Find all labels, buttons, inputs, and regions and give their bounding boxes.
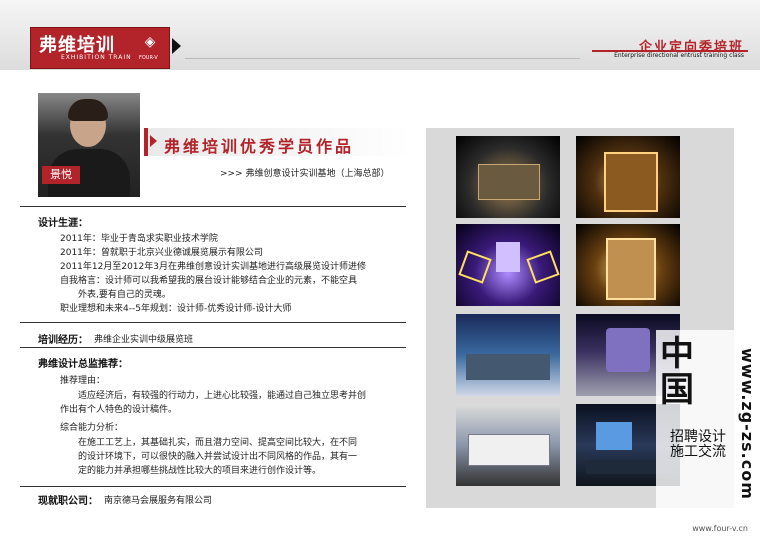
- career-line: 职业理想和未来4--5年规划：设计师-优秀设计师-设计大师: [60, 304, 292, 314]
- works-title: 弗维培训优秀学员作品: [164, 137, 355, 156]
- ability-line: 定的能力并承担哪些挑战性比较大的项目来进行创作设计等。: [78, 466, 322, 476]
- career-line: 2011年：曾就职于北京兴业德诚展览展示有限公司: [60, 248, 263, 258]
- ability-line: 的设计环境下，可以很快的融入并尝试设计出不同风格的作品，其有一: [78, 452, 358, 462]
- arrow-right-icon: [172, 38, 181, 54]
- watermark-side-text: 招聘设计施工交流: [670, 429, 726, 460]
- career-label: 设计生涯：: [38, 218, 88, 229]
- training-value: 弗维企业实训中级展览班: [94, 335, 194, 345]
- section-divider: [20, 486, 406, 487]
- footer-url[interactable]: www.four-v.cn: [692, 524, 748, 533]
- arrow-right-icon: [150, 135, 157, 147]
- logo-mark-label: FOUR-V: [139, 55, 158, 61]
- work-image[interactable]: [456, 224, 560, 306]
- work-image[interactable]: [456, 136, 560, 218]
- training-label: 培训经历：: [38, 335, 88, 346]
- page-subtitle: Enterprise directional entrust training …: [614, 52, 744, 59]
- ability-line: 在施工工艺上，其基础扎实，而且潜力空间、提高空间比较大，在不同: [78, 438, 358, 448]
- student-name-badge: 景悦: [42, 166, 80, 184]
- logo-subtext: EXHIBITION TRAIN: [61, 54, 132, 61]
- works-subtitle: >>> 弗维创意设计实训基地（上海总部）: [220, 169, 390, 179]
- reason-line: 作出有个人特色的设计稿件。: [60, 405, 178, 415]
- work-image[interactable]: [456, 404, 560, 486]
- career-line: 自我格言：设计师可以我希望我的展台设计能够结合企业的元素，不能空具: [60, 276, 358, 286]
- current-job-value: 南京德马会展服务有限公司: [104, 496, 213, 506]
- section-divider: [20, 322, 406, 323]
- header-divider: [185, 58, 580, 59]
- work-image[interactable]: [576, 136, 680, 218]
- logo-mark-icon: ◈: [144, 34, 156, 50]
- career-line: 2011年12月至2012年3月在弗维创意设计实训基地进行高级展览设计师进修: [60, 262, 366, 272]
- watermark-url: www.zg-zs.com: [738, 348, 757, 500]
- section-divider: [20, 347, 406, 348]
- recommend-label: 弗维设计总监推荐：: [38, 359, 128, 370]
- brand-logo[interactable]: 弗维培训 EXHIBITION TRAIN ◈ FOUR-V: [30, 27, 170, 69]
- work-image[interactable]: [456, 314, 560, 396]
- career-line: 外表,要有自己的灵魂。: [78, 290, 171, 300]
- career-line: 2011年：毕业于青岛求实职业技术学院: [60, 234, 218, 244]
- watermark-chars: 中国: [660, 334, 694, 410]
- reason-label: 推荐理由：: [60, 376, 106, 386]
- section-divider: [20, 206, 406, 207]
- reason-line: 适应经济后，有较强的行动力，上进心比较强，能通过自己独立思考并创: [78, 391, 367, 401]
- work-image[interactable]: [576, 224, 680, 306]
- current-job-label: 现就职公司：: [38, 496, 98, 507]
- ability-label: 综合能力分析：: [60, 423, 124, 433]
